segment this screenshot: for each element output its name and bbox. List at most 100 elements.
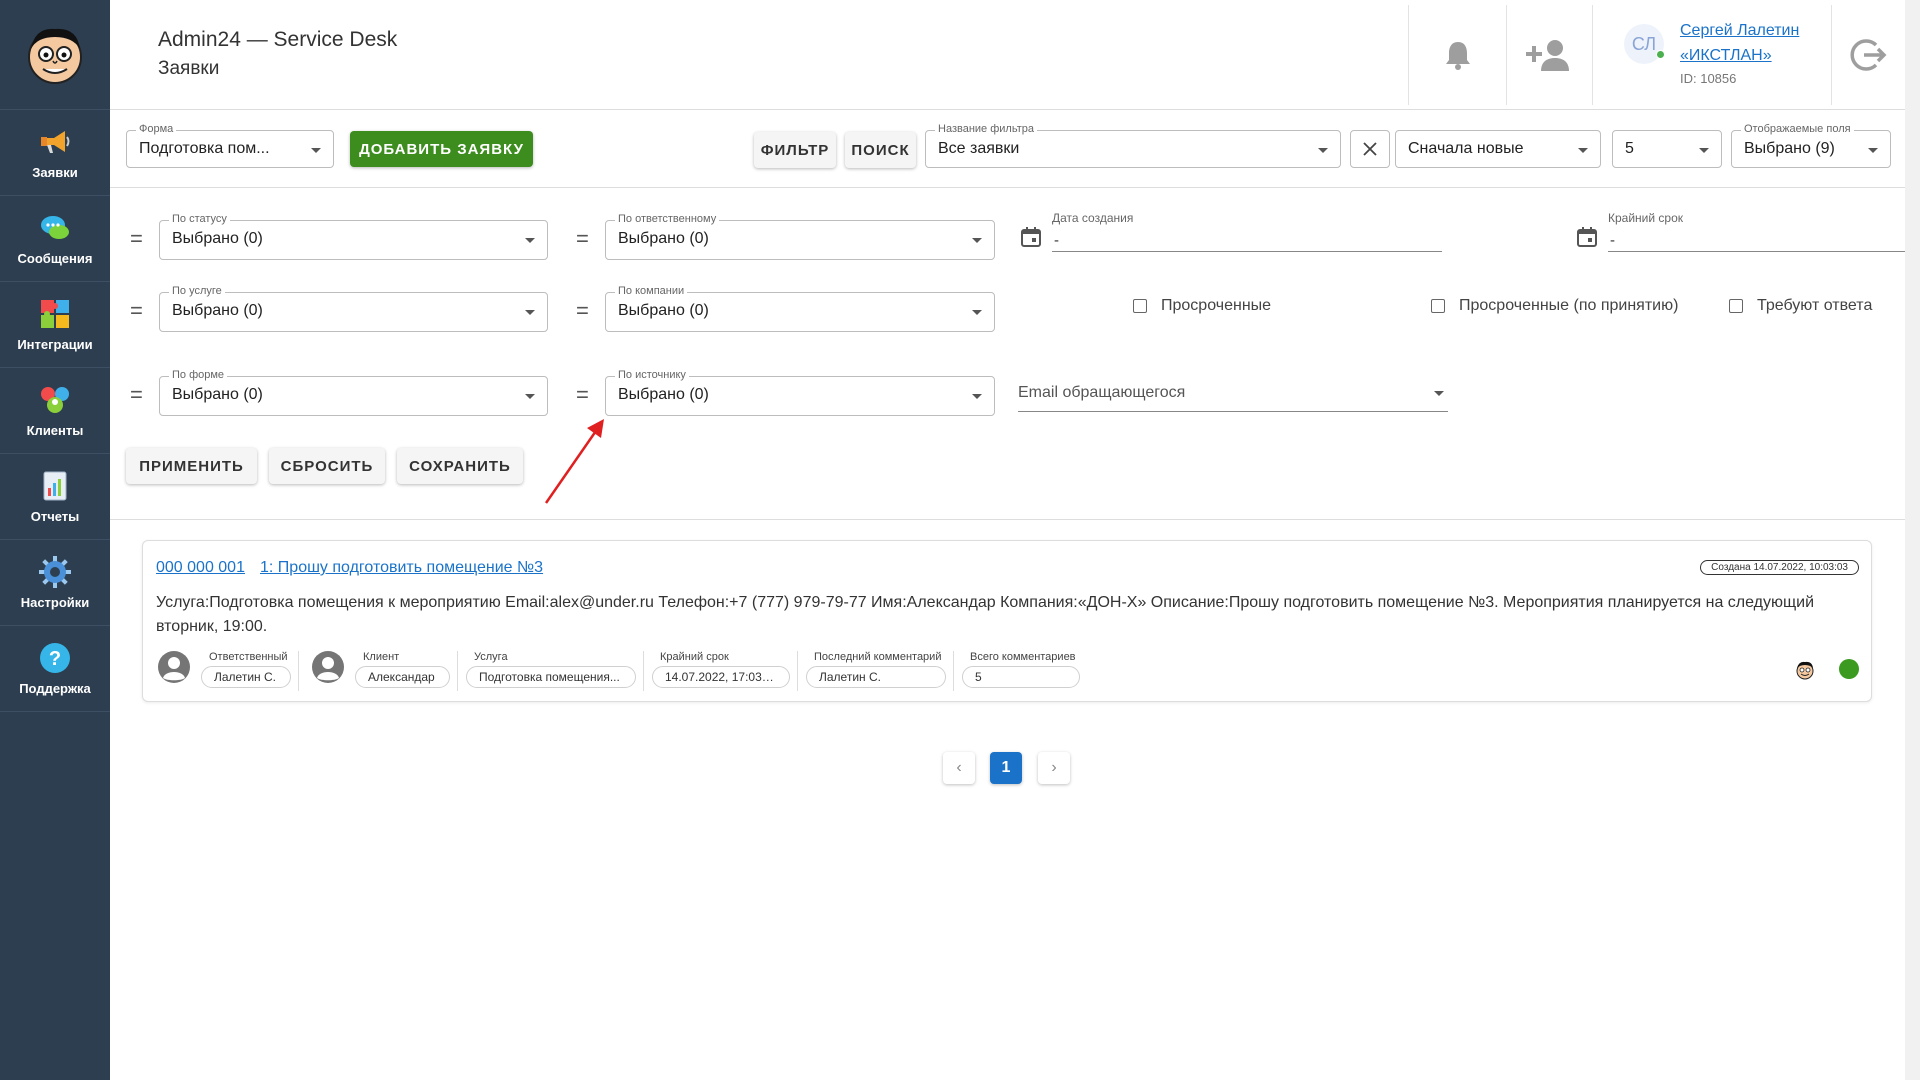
filter-button[interactable]: ФИЛЬТР bbox=[754, 132, 836, 168]
ticket-title-link[interactable]: 1: Прошу подготовить помещение №3 bbox=[260, 559, 543, 577]
sidebar-item-reports[interactable]: Отчеты bbox=[0, 454, 110, 540]
form-select[interactable]: Форма Подготовка пом... bbox=[126, 123, 334, 168]
checkbox-box bbox=[1431, 299, 1445, 313]
need-reply-checkbox[interactable]: Требуют ответа bbox=[1729, 297, 1872, 315]
email-filter-select[interactable]: Email обращающегося bbox=[1018, 376, 1448, 412]
apply-button[interactable]: ПРИМЕНИТЬ bbox=[126, 448, 257, 484]
filter-name-label: Название фильтра bbox=[935, 123, 1037, 135]
chevron-down-icon bbox=[1699, 148, 1709, 153]
close-icon bbox=[1363, 142, 1377, 156]
condition-toggle[interactable]: = bbox=[130, 382, 143, 408]
page-size-select[interactable]: 5 bbox=[1612, 130, 1722, 168]
meta-divider bbox=[797, 651, 798, 691]
annotation-arrow-icon bbox=[544, 419, 604, 504]
responsible-filter-value: Выбрано (0) bbox=[618, 230, 709, 247]
overdue-accept-checkbox-label: Просроченные (по принятию) bbox=[1459, 297, 1679, 314]
condition-toggle[interactable]: = bbox=[130, 298, 143, 324]
condition-toggle[interactable]: = bbox=[130, 226, 143, 252]
cartoon-face-logo-icon bbox=[28, 28, 82, 84]
overdue-checkbox[interactable]: Просроченные bbox=[1133, 297, 1271, 315]
assignee-avatar-icon bbox=[1796, 661, 1814, 680]
condition-toggle[interactable]: = bbox=[576, 226, 589, 252]
meta-chip: 5 bbox=[962, 666, 1080, 688]
notifications-button[interactable] bbox=[1423, 20, 1493, 90]
sidebar-item-settings[interactable]: Настройки bbox=[0, 540, 110, 626]
report-chart-icon bbox=[43, 471, 67, 501]
meta-chip: Лалетин С. bbox=[201, 666, 291, 688]
sidebar-item-integrations[interactable]: Интеграции bbox=[0, 282, 110, 368]
responsible-filter-select[interactable]: По ответственному Выбрано (0) bbox=[605, 213, 995, 260]
page-title: Заявки bbox=[158, 58, 220, 79]
logout-button[interactable] bbox=[1833, 20, 1903, 90]
header-divider bbox=[1506, 5, 1507, 105]
ticket-number-link[interactable]: 000 000 001 bbox=[156, 559, 245, 577]
meta-divider bbox=[953, 651, 954, 691]
condition-toggle[interactable]: = bbox=[576, 382, 589, 408]
prev-page-button[interactable]: ‹ bbox=[943, 752, 975, 784]
visible-fields-value: Выбрано (9) bbox=[1744, 140, 1835, 157]
scrollbar[interactable] bbox=[1905, 0, 1920, 1080]
chevron-down-icon bbox=[1868, 148, 1878, 153]
reset-button[interactable]: СБРОСИТЬ bbox=[269, 448, 385, 484]
calendar-icon[interactable] bbox=[1576, 226, 1598, 248]
page-1-button[interactable]: 1 bbox=[990, 752, 1022, 784]
logo[interactable] bbox=[0, 0, 110, 110]
company-filter-select[interactable]: По компании Выбрано (0) bbox=[605, 285, 995, 332]
save-button[interactable]: СОХРАНИТЬ bbox=[397, 448, 523, 484]
sort-select-value: Сначала новые bbox=[1408, 140, 1524, 157]
svg-text:?: ? bbox=[49, 648, 61, 670]
deadline-field[interactable]: Крайний срок - bbox=[1608, 211, 1920, 252]
sidebar-item-support[interactable]: ? Поддержка bbox=[0, 626, 110, 712]
search-button[interactable]: ПОИСК bbox=[845, 132, 916, 168]
meta-chip: 14.07.2022, 17:03:00 bbox=[652, 666, 790, 688]
email-filter-placeholder: Email обращающегося bbox=[1018, 384, 1186, 401]
meta-label: Крайний срок bbox=[660, 651, 729, 663]
meta-client: Клиент Александар bbox=[355, 651, 450, 688]
sort-select[interactable]: Сначала новые bbox=[1395, 130, 1601, 168]
ticket-card[interactable]: 000 000 001 1: Прошу подготовить помещен… bbox=[142, 540, 1872, 702]
created-badge: Создана 14.07.2022, 10:03:03 bbox=[1700, 560, 1859, 575]
add-user-icon bbox=[1526, 40, 1569, 71]
created-date-field[interactable]: Дата создания - bbox=[1052, 211, 1442, 252]
sidebar-item-label: Заявки bbox=[32, 165, 78, 180]
status-indicator-icon bbox=[1839, 659, 1859, 679]
status-filter-select[interactable]: По статусу Выбрано (0) bbox=[159, 213, 548, 260]
source-filter-select[interactable]: По источнику Выбрано (0) bbox=[605, 369, 995, 416]
page-size-value: 5 bbox=[1625, 140, 1634, 157]
form-select-label: Форма bbox=[136, 123, 177, 135]
add-user-button[interactable] bbox=[1513, 20, 1583, 90]
meta-last-comment: Последний комментарий Лалетин С. bbox=[806, 651, 946, 688]
online-status-icon bbox=[1656, 50, 1665, 59]
clear-filter-button[interactable] bbox=[1350, 130, 1390, 168]
need-reply-checkbox-label: Требуют ответа bbox=[1757, 297, 1873, 314]
next-page-button[interactable]: › bbox=[1038, 752, 1070, 784]
add-ticket-button[interactable]: ДОБАВИТЬ ЗАЯВКУ bbox=[350, 131, 533, 167]
person-icon bbox=[158, 651, 190, 683]
header-divider bbox=[1408, 5, 1409, 105]
chevron-down-icon bbox=[1318, 148, 1328, 153]
user-name-link[interactable]: Сергей Лалетин bbox=[1680, 22, 1799, 40]
chevron-down-icon bbox=[972, 310, 982, 315]
user-org-link[interactable]: «ИКСТЛАН» bbox=[1680, 47, 1772, 65]
meta-total-comments: Всего комментариев 5 bbox=[962, 651, 1080, 688]
sidebar-item-messages[interactable]: Сообщения bbox=[0, 196, 110, 282]
service-filter-select[interactable]: По услуге Выбрано (0) bbox=[159, 285, 548, 332]
form-filter-select[interactable]: По форме Выбрано (0) bbox=[159, 369, 548, 416]
filter-name-select[interactable]: Название фильтра Все заявки bbox=[925, 123, 1341, 168]
overdue-accept-checkbox[interactable]: Просроченные (по принятию) bbox=[1431, 297, 1678, 315]
sidebar-item-clients[interactable]: Клиенты bbox=[0, 368, 110, 454]
logout-icon bbox=[1850, 39, 1887, 71]
sidebar-item-label: Настройки bbox=[20, 595, 90, 610]
created-date-value: - bbox=[1054, 232, 1059, 249]
condition-toggle[interactable]: = bbox=[576, 298, 589, 324]
meta-chip: Александар bbox=[355, 666, 450, 688]
sidebar-item-tickets[interactable]: Заявки bbox=[0, 110, 110, 196]
sidebar-item-label: Сообщения bbox=[17, 251, 93, 266]
source-filter-value: Выбрано (0) bbox=[618, 386, 709, 403]
service-filter-value: Выбрано (0) bbox=[172, 302, 263, 319]
visible-fields-select[interactable]: Отображаемые поля Выбрано (9) bbox=[1731, 123, 1891, 168]
calendar-icon[interactable] bbox=[1020, 226, 1042, 248]
source-filter-label: По источнику bbox=[615, 369, 689, 381]
status-filter-value: Выбрано (0) bbox=[172, 230, 263, 247]
toolbar: Форма Подготовка пом... ДОБАВИТЬ ЗАЯВКУ … bbox=[110, 110, 1905, 188]
